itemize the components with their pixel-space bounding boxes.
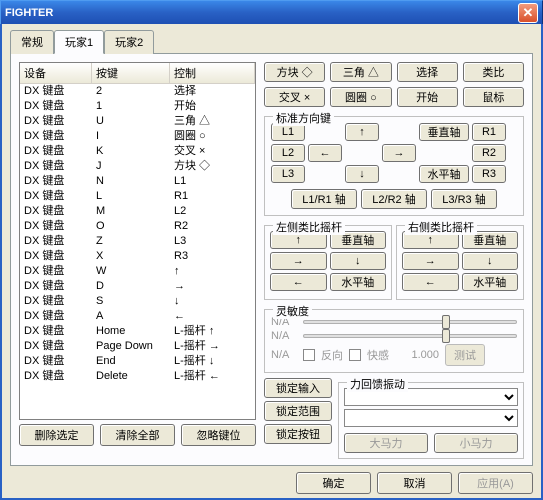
horiz-axis-button[interactable]: 水平轴: [419, 165, 469, 183]
invert-checkbox[interactable]: [303, 349, 315, 361]
tab-player1[interactable]: 玩家1: [54, 30, 104, 54]
r2-button[interactable]: R2: [472, 144, 506, 162]
left-stick-label: 左侧类比摇杆: [273, 219, 345, 235]
tab-general[interactable]: 常规: [10, 30, 54, 54]
table-row[interactable]: DX 键盘ZL3: [20, 234, 255, 249]
start-button[interactable]: 开始: [397, 87, 458, 107]
rs-right[interactable]: →: [402, 252, 459, 270]
table-row[interactable]: DX 键盘2选择: [20, 84, 255, 99]
table-row[interactable]: DX 键盘S↓: [20, 294, 255, 309]
dpad-right[interactable]: →: [382, 144, 416, 162]
invert-label: 反向: [321, 347, 343, 363]
ok-button[interactable]: 确定: [296, 472, 371, 494]
cross-button[interactable]: 交叉 ×: [264, 87, 325, 107]
table-row[interactable]: DX 键盘K交叉 ×: [20, 144, 255, 159]
table-row[interactable]: DX 键盘XR3: [20, 249, 255, 264]
window-title: FIGHTER: [5, 7, 53, 19]
rs-left[interactable]: ←: [402, 273, 459, 291]
test-button[interactable]: 测试: [445, 344, 485, 366]
quick-checkbox[interactable]: [349, 349, 361, 361]
big-motor-button[interactable]: 大马力: [344, 433, 428, 453]
sens-value: 1.000: [395, 349, 439, 361]
bindings-table[interactable]: 设备 按键 控制 DX 键盘2选择DX 键盘1开始DX 键盘U三角 △DX 键盘…: [19, 62, 256, 420]
triangle-button[interactable]: 三角 △: [330, 62, 391, 82]
close-icon[interactable]: ✕: [518, 3, 538, 23]
table-row[interactable]: DX 键盘ML2: [20, 204, 255, 219]
apply-button[interactable]: 应用(A): [458, 472, 533, 494]
lock-input-button[interactable]: 锁定输入: [264, 378, 332, 398]
lock-range-button[interactable]: 锁定范围: [264, 401, 332, 421]
l3r3-axis-button[interactable]: L3/R3 轴: [431, 189, 497, 209]
table-row[interactable]: DX 键盘U三角 △: [20, 114, 255, 129]
ff-select-2[interactable]: [344, 409, 518, 427]
right-stick-label: 右侧类比摇杆: [405, 219, 477, 235]
table-row[interactable]: DX 键盘I圆圈 ○: [20, 129, 255, 144]
cancel-button[interactable]: 取消: [377, 472, 452, 494]
lock-button-button[interactable]: 锁定按钮: [264, 424, 332, 444]
col-control[interactable]: 控制: [170, 63, 255, 83]
square-button[interactable]: 方块 ◇: [264, 62, 325, 82]
r3-button[interactable]: R3: [472, 165, 506, 183]
l1r1-axis-button[interactable]: L1/R1 轴: [291, 189, 357, 209]
table-row[interactable]: DX 键盘D→: [20, 279, 255, 294]
table-row[interactable]: DX 键盘OR2: [20, 219, 255, 234]
sens-na-3: N/A: [271, 349, 297, 361]
l2r2-axis-button[interactable]: L2/R2 轴: [361, 189, 427, 209]
ls-left[interactable]: ←: [270, 273, 327, 291]
quick-label: 快感: [367, 347, 389, 363]
table-row[interactable]: DX 键盘W↑: [20, 264, 255, 279]
dpad-left[interactable]: ←: [308, 144, 342, 162]
select-button[interactable]: 选择: [397, 62, 458, 82]
table-row[interactable]: DX 键盘HomeL-摇杆 ↑: [20, 324, 255, 339]
delete-selected-button[interactable]: 删除选定: [19, 424, 94, 446]
sensitivity-label: 灵敏度: [273, 303, 312, 319]
dpad-up[interactable]: ↑: [345, 123, 379, 141]
clear-all-button[interactable]: 清除全部: [100, 424, 175, 446]
table-row[interactable]: DX 键盘Page DownL-摇杆 →: [20, 339, 255, 354]
col-key[interactable]: 按键: [92, 63, 170, 83]
table-row[interactable]: DX 键盘NL1: [20, 174, 255, 189]
analog-button[interactable]: 类比: [463, 62, 524, 82]
vert-axis-button[interactable]: 垂直轴: [419, 123, 469, 141]
sens-slider-1[interactable]: [303, 320, 517, 324]
rs-down[interactable]: ↓: [462, 252, 519, 270]
table-row[interactable]: DX 键盘1开始: [20, 99, 255, 114]
r1-button[interactable]: R1: [472, 123, 506, 141]
mouse-button[interactable]: 鼠标: [463, 87, 524, 107]
ignore-key-button[interactable]: 忽略键位: [181, 424, 256, 446]
ff-label: 力回馈振动: [347, 376, 408, 392]
l2-button[interactable]: L2: [271, 144, 305, 162]
tab-player2[interactable]: 玩家2: [104, 30, 154, 54]
col-device[interactable]: 设备: [20, 63, 92, 83]
rs-horiz[interactable]: 水平轴: [462, 273, 519, 291]
l3-button[interactable]: L3: [271, 165, 305, 183]
sens-slider-2[interactable]: [303, 334, 517, 338]
dpad-down[interactable]: ↓: [345, 165, 379, 183]
sens-na-2: N/A: [271, 330, 297, 342]
dpad-label: 标准方向键: [273, 110, 334, 126]
circle-button[interactable]: 圆圈 ○: [330, 87, 391, 107]
ls-down[interactable]: ↓: [330, 252, 387, 270]
small-motor-button[interactable]: 小马力: [434, 433, 518, 453]
ls-horiz[interactable]: 水平轴: [330, 273, 387, 291]
table-row[interactable]: DX 键盘A←: [20, 309, 255, 324]
table-row[interactable]: DX 键盘EndL-摇杆 ↓: [20, 354, 255, 369]
ls-right[interactable]: →: [270, 252, 327, 270]
table-row[interactable]: DX 键盘LR1: [20, 189, 255, 204]
table-row[interactable]: DX 键盘J方块 ◇: [20, 159, 255, 174]
table-row[interactable]: DX 键盘DeleteL-摇杆 ←: [20, 369, 255, 384]
